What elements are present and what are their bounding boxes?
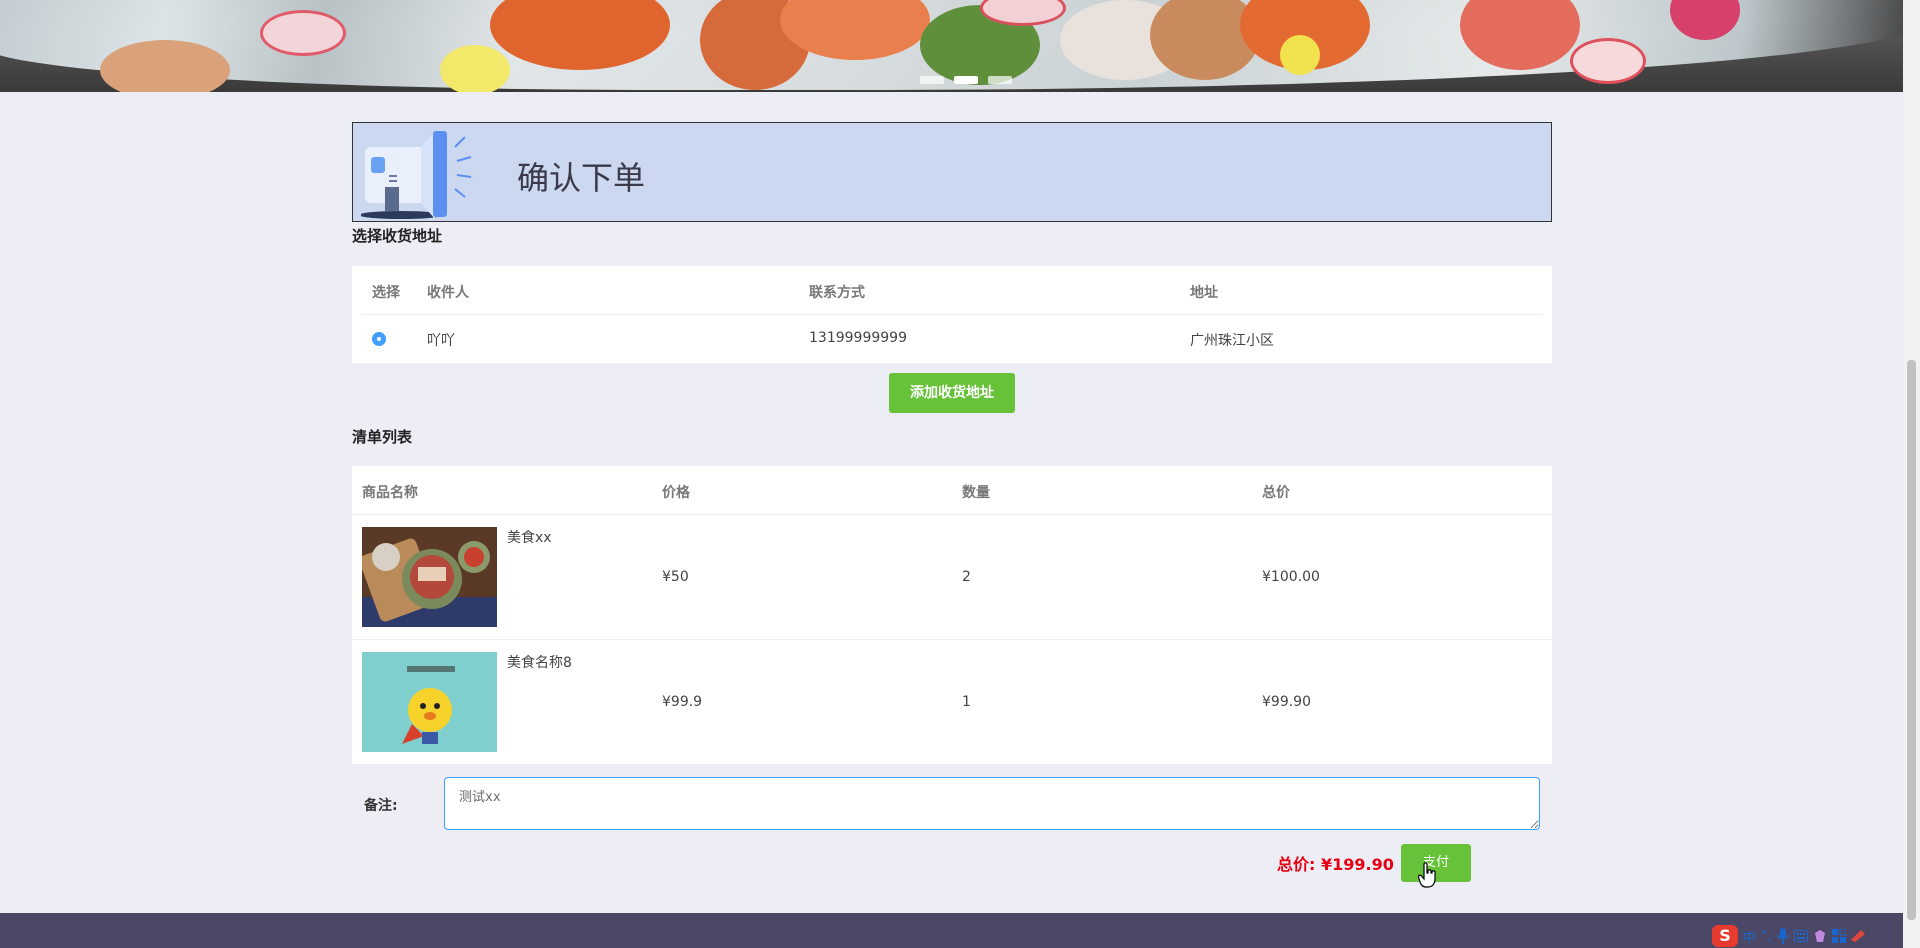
recipient-phone: 13199999999	[809, 330, 907, 346]
product-image[interactable]	[362, 652, 497, 752]
product-quantity: 1	[962, 694, 971, 710]
add-address-button[interactable]: 添加收货地址	[889, 373, 1015, 413]
punctuation-icon[interactable]: °,	[1761, 929, 1772, 944]
scrollbar-thumb[interactable]	[1907, 360, 1916, 920]
total-price: 总价: ¥199.90	[1277, 851, 1394, 875]
column-price: 价格	[662, 485, 690, 501]
keyboard-icon[interactable]	[1793, 930, 1808, 942]
remark-textarea[interactable]	[444, 777, 1540, 830]
column-quantity: 数量	[962, 485, 990, 501]
lemon-decoration	[440, 45, 510, 92]
confirm-order-header: 确认下单	[352, 122, 1552, 222]
radish-decoration	[260, 10, 346, 56]
address-section-title: 选择收货地址	[352, 227, 443, 245]
address-table-header: 选择 收件人 联系方式 地址	[352, 266, 1552, 314]
order-section-title: 清单列表	[352, 428, 413, 446]
column-subtotal: 总价	[1262, 485, 1290, 501]
product-quantity: 2	[962, 569, 971, 585]
order-item-row: 美食名称8 ¥99.9 1 ¥99.90	[352, 640, 1552, 764]
product-image[interactable]	[362, 527, 497, 627]
column-product-name: 商品名称	[362, 485, 418, 501]
cartoon-duck-icon	[362, 652, 497, 752]
carousel-dot[interactable]	[920, 76, 944, 84]
banner-image	[0, 0, 1903, 92]
address-row[interactable]: 吖吖 13199999999 广州珠江小区	[352, 315, 1552, 363]
carousel-indicators[interactable]	[920, 76, 1012, 84]
radish-decoration	[1570, 38, 1646, 84]
recipient-name: 吖吖	[427, 333, 455, 349]
order-table: 商品名称 价格 数量 总价 美食xx ¥50 2 ¥100.00 美食名称8 ¥…	[352, 466, 1552, 764]
page-title: 确认下单	[517, 159, 646, 197]
brush-icon[interactable]	[1850, 930, 1865, 942]
column-phone: 联系方式	[809, 285, 865, 301]
hand-cursor-icon	[1418, 862, 1436, 888]
megaphone-icon	[361, 131, 472, 219]
address-table: 选择 收件人 联系方式 地址 吖吖 13199999999 广州珠江小区	[352, 266, 1552, 363]
product-price: ¥50	[662, 569, 689, 585]
recipient-address: 广州珠江小区	[1190, 333, 1274, 349]
column-recipient: 收件人	[427, 285, 469, 301]
ime-toolbar[interactable]: S 中 °,	[1712, 924, 1865, 948]
ime-mode[interactable]: 中	[1743, 927, 1756, 946]
product-name: 美食xx	[507, 530, 552, 546]
product-subtotal: ¥99.90	[1262, 694, 1311, 710]
grid-menu-icon[interactable]	[1831, 929, 1846, 943]
address-radio[interactable]	[372, 332, 386, 346]
microphone-icon[interactable]	[1776, 928, 1789, 944]
page-footer	[0, 913, 1903, 948]
total-value: ¥199.90	[1320, 855, 1394, 874]
page-scrollbar[interactable]	[1903, 0, 1920, 948]
food-photo-icon	[362, 527, 497, 627]
food-decoration	[100, 40, 230, 92]
order-item-row: 美食xx ¥50 2 ¥100.00	[352, 515, 1552, 639]
column-address: 地址	[1190, 285, 1218, 301]
product-price: ¥99.9	[662, 694, 703, 710]
product-subtotal: ¥100.00	[1262, 569, 1320, 585]
total-label: 总价:	[1277, 855, 1316, 874]
sogou-logo-icon[interactable]: S	[1712, 925, 1738, 947]
lemon-decoration	[1280, 35, 1320, 75]
skin-icon[interactable]	[1813, 929, 1827, 943]
order-table-header: 商品名称 价格 数量 总价	[352, 466, 1552, 514]
carousel-dot[interactable]	[954, 76, 978, 84]
product-name: 美食名称8	[507, 655, 572, 671]
carousel-dot[interactable]	[988, 76, 1012, 84]
remark-label: 备注:	[364, 798, 398, 814]
column-select: 选择	[372, 285, 400, 301]
